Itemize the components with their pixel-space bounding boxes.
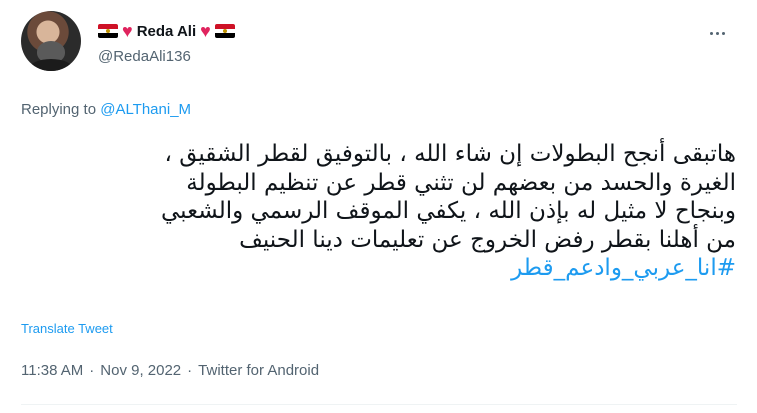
tweet-line: الغيرة والحسد من بعضهم لن تثني قطر عن تن… [186,169,736,196]
more-icon[interactable] [706,22,728,44]
heart-icon: ♥ [122,21,133,41]
replying-prefix: Replying to [21,101,97,118]
tweet-source: Twitter for Android [198,362,320,379]
divider [21,404,737,405]
tweet-date[interactable]: Nov 9, 2022 [100,362,181,379]
tweet-time[interactable]: 11:38 AM [21,362,83,379]
author-handle[interactable]: @RedaAli136 [98,48,191,65]
tweet-meta: 11:38 AM · Nov 9, 2022 · Twitter for And… [21,362,319,379]
tweet-line: وبنجاح لا مثيل له بإذن الله ، يكفي الموق… [161,198,736,224]
author-name[interactable]: Reda Ali [137,23,196,40]
avatar-shirt [29,59,73,71]
avatar[interactable] [21,11,81,71]
hashtag-link[interactable]: #انا_عربي_وادعم_قطر [511,255,736,281]
reply-mention-link[interactable]: @ALThani_M [100,101,191,118]
egypt-flag-icon [98,24,118,38]
author-name-row[interactable]: ♥ Reda Ali ♥ [98,20,235,42]
replying-to: Replying to @ALThani_M [21,101,191,118]
tweet-line: من أهلنا بقطر رفض الخروج عن تعليمات دينا… [239,226,736,253]
heart-icon: ♥ [200,21,211,41]
translate-tweet-link[interactable]: Translate Tweet [21,321,113,336]
tweet-text: هاتبقى أنجح البطولات إن شاء الله ، بالتو… [21,140,736,283]
meta-separator: · [187,362,193,379]
tweet-line: هاتبقى أنجح البطولات إن شاء الله ، بالتو… [164,141,736,167]
egypt-flag-icon [214,24,235,38]
meta-separator: · [89,362,95,379]
